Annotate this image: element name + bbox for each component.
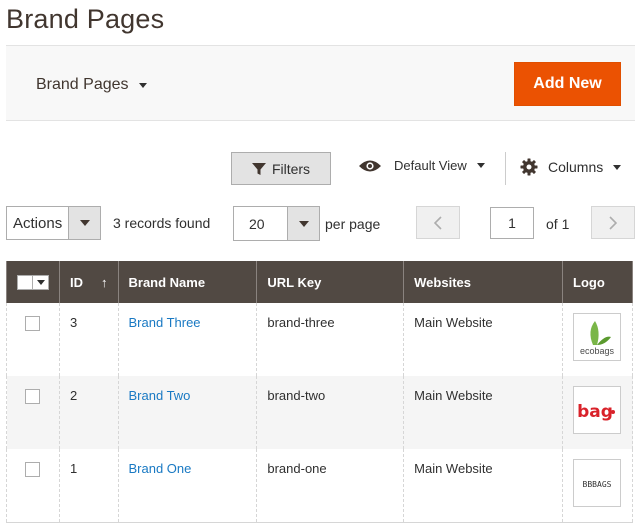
brand-grid: ID ↑ Brand Name URL Key Websites Logo 3 B… bbox=[6, 261, 633, 523]
mass-actions-dropdown[interactable]: Actions bbox=[6, 206, 101, 240]
sort-ascending-icon: ↑ bbox=[101, 274, 108, 290]
previous-page-button[interactable] bbox=[416, 206, 460, 239]
gear-icon bbox=[520, 158, 538, 176]
eye-icon bbox=[359, 160, 381, 171]
cell-id: 1 bbox=[59, 449, 119, 523]
cell-id: 3 bbox=[59, 303, 119, 376]
column-header-url-key[interactable]: URL Key bbox=[256, 261, 405, 303]
bag-logo-icon: bag bbox=[577, 402, 615, 422]
svg-text:ecobags: ecobags bbox=[580, 346, 615, 356]
caret-down-icon bbox=[476, 163, 485, 168]
per-page-dropdown-toggle[interactable] bbox=[287, 207, 319, 240]
row-checkbox[interactable] bbox=[25, 316, 40, 331]
page-actions-bar: Brand Pages Add New bbox=[6, 45, 635, 121]
actions-label: Actions bbox=[13, 214, 63, 232]
page-title: Brand Pages bbox=[6, 4, 165, 34]
actions-dropdown-toggle[interactable] bbox=[68, 207, 100, 239]
cell-websites: Main Website bbox=[403, 449, 563, 523]
table-row: 2 Brand Two brand-two Main Website bag bbox=[6, 376, 633, 449]
column-header-id[interactable]: ID ↑ bbox=[59, 261, 119, 303]
filters-label: Filters bbox=[271, 160, 311, 177]
bbbags-logo-icon: BBBAGS bbox=[583, 480, 612, 489]
cell-url-key: brand-two bbox=[256, 376, 405, 449]
records-found: 3 records found bbox=[113, 215, 211, 231]
per-page-value: 20 bbox=[249, 215, 265, 232]
column-header-logo: Logo bbox=[562, 261, 633, 303]
row-checkbox[interactable] bbox=[25, 462, 40, 477]
view-label: Default View bbox=[394, 158, 467, 173]
page-count: of 1 bbox=[546, 216, 570, 232]
ecobags-logo-icon: ecobags bbox=[580, 321, 615, 356]
view-switcher[interactable]: Default View bbox=[358, 158, 485, 173]
svg-text:BBBAGS: BBBAGS bbox=[583, 480, 612, 489]
funnel-icon bbox=[251, 162, 266, 175]
per-page-select[interactable]: 20 bbox=[233, 206, 320, 241]
mass-select-checkbox[interactable] bbox=[17, 275, 49, 291]
columns-label: Columns bbox=[548, 159, 604, 175]
current-page-input[interactable] bbox=[490, 207, 534, 239]
caret-down-icon bbox=[79, 220, 90, 226]
next-page-button[interactable] bbox=[591, 206, 635, 239]
columns-button[interactable]: Columns bbox=[520, 158, 622, 176]
mass-select-header bbox=[6, 261, 60, 303]
table-row: 1 Brand One brand-one Main Website BBBAG… bbox=[6, 449, 633, 523]
brand-logo: bag bbox=[573, 386, 621, 434]
per-page-label: per page bbox=[325, 216, 381, 232]
brand-pages-switcher[interactable]: Brand Pages bbox=[36, 76, 147, 94]
chevron-left-icon bbox=[434, 215, 442, 230]
cell-websites: Main Website bbox=[403, 376, 563, 449]
cell-url-key: brand-one bbox=[256, 449, 405, 523]
filters-button[interactable]: Filters bbox=[231, 152, 331, 185]
toolbar-divider bbox=[505, 152, 506, 185]
brand-logo: ecobags bbox=[573, 313, 621, 361]
add-new-button[interactable]: Add New bbox=[514, 62, 621, 106]
switcher-label: Brand Pages bbox=[36, 76, 129, 93]
caret-down-icon bbox=[298, 220, 309, 227]
brand-name-link[interactable]: Brand Two bbox=[129, 388, 191, 403]
caret-down-icon bbox=[138, 82, 147, 88]
brand-name-link[interactable]: Brand Three bbox=[129, 315, 201, 330]
row-checkbox[interactable] bbox=[25, 389, 40, 404]
svg-text:bag: bag bbox=[577, 402, 613, 422]
table-row: 3 Brand Three brand-three Main Website e… bbox=[6, 303, 633, 376]
column-header-websites[interactable]: Websites bbox=[403, 261, 563, 303]
cell-url-key: brand-three bbox=[256, 303, 405, 376]
cell-id: 2 bbox=[59, 376, 119, 449]
chevron-right-icon bbox=[609, 215, 617, 230]
grid-header-row: ID ↑ Brand Name URL Key Websites Logo bbox=[6, 261, 633, 303]
brand-logo: BBBAGS bbox=[573, 459, 621, 507]
cell-websites: Main Website bbox=[403, 303, 563, 376]
column-header-brand-name[interactable]: Brand Name bbox=[117, 261, 258, 303]
caret-down-icon bbox=[37, 280, 45, 286]
caret-down-icon bbox=[613, 164, 622, 170]
brand-name-link[interactable]: Brand One bbox=[129, 461, 192, 476]
